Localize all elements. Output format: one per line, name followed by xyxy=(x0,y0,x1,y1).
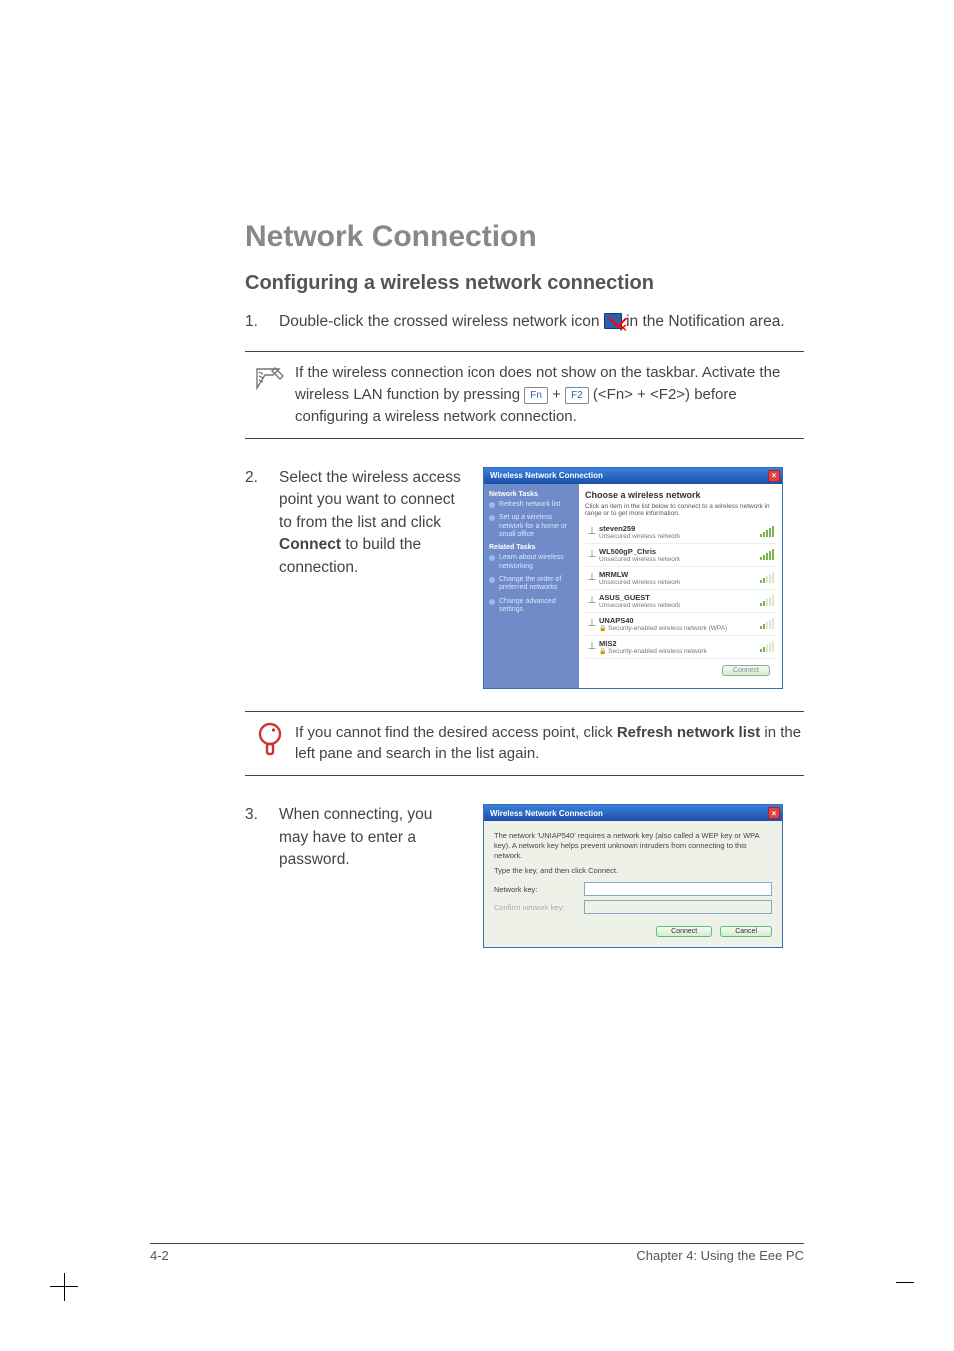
window-choose-network: Wireless Network Connection × Network Ta… xyxy=(483,467,783,689)
network-item[interactable]: ⊥ASUS_GUESTUnsecured wireless network xyxy=(585,590,776,613)
page-title: Network Connection xyxy=(245,220,804,254)
signal-strength-icon xyxy=(760,618,776,629)
network-security: Security-enabled wireless network (WPA) xyxy=(599,625,760,632)
sidebar-section: Network Tasks xyxy=(489,491,574,498)
window-sidebar: Network Tasks Refresh network list Set u… xyxy=(484,484,579,688)
confirm-key-input[interactable] xyxy=(584,900,772,914)
note-text: + xyxy=(552,386,565,403)
step-bold: Connect xyxy=(279,536,341,553)
signal-strength-icon xyxy=(760,549,776,560)
antenna-icon: ⊥ xyxy=(585,641,599,652)
network-item[interactable]: ⊥UNAPS40Security-enabled wireless networ… xyxy=(585,613,776,636)
step-text: When connecting, you may have to enter a… xyxy=(279,804,465,871)
network-item[interactable]: ⊥MRMLWUnsecured wireless network xyxy=(585,567,776,590)
confirm-key-label: Confirm network key: xyxy=(494,903,584,912)
page-footer: 4-2 Chapter 4: Using the Eee PC xyxy=(0,1243,954,1263)
network-item[interactable]: ⊥MIS2Security-enabled wireless network xyxy=(585,636,776,659)
connect-button[interactable]: Connect xyxy=(656,926,712,937)
dialog-description: The network 'UNIAP540' requires a networ… xyxy=(494,831,772,860)
step-3: 3. When connecting, you may have to ente… xyxy=(245,804,465,871)
step-number: 2. xyxy=(245,467,279,579)
antenna-icon: ⊥ xyxy=(585,526,599,537)
panel-heading: Choose a wireless network xyxy=(585,490,776,500)
step-text: Select the wireless access point you wan… xyxy=(279,469,461,531)
network-security: Security-enabled wireless network xyxy=(599,648,760,655)
antenna-icon: ⊥ xyxy=(585,572,599,583)
network-name: UNAPS40 xyxy=(599,616,760,625)
antenna-icon: ⊥ xyxy=(585,549,599,560)
sidebar-item-learn[interactable]: Learn about wireless networking xyxy=(489,554,574,571)
signal-strength-icon xyxy=(760,526,776,537)
tip-icon xyxy=(245,722,295,760)
step-1: 1. Double-click the crossed wireless net… xyxy=(245,311,804,333)
f2-key-icon: F2 xyxy=(565,387,589,404)
network-security: Unsecured wireless network xyxy=(599,579,760,586)
network-name: steven259 xyxy=(599,524,760,533)
step-text: in the Notification area. xyxy=(626,313,785,330)
chapter-label: Chapter 4: Using the Eee PC xyxy=(636,1248,804,1263)
network-security: Unsecured wireless network xyxy=(599,556,760,563)
page-number: 4-2 xyxy=(150,1248,169,1263)
step-number: 3. xyxy=(245,804,279,871)
note-box: If the wireless connection icon does not… xyxy=(245,351,804,438)
window-title: Wireless Network Connection xyxy=(490,809,603,818)
network-security: Unsecured wireless network xyxy=(599,602,760,609)
network-key-label: Network key: xyxy=(494,885,584,894)
tip-text: If you cannot find the desired access po… xyxy=(295,724,617,741)
network-name: WL500gP_Chris xyxy=(599,547,760,556)
antenna-icon: ⊥ xyxy=(585,595,599,606)
section-title: Configuring a wireless network connectio… xyxy=(245,272,804,295)
sidebar-item-order[interactable]: Change the order of preferred networks xyxy=(489,576,574,593)
sidebar-item-setup[interactable]: Set up a wireless network for a home or … xyxy=(489,514,574,539)
note-icon xyxy=(245,362,295,396)
crop-mark-icon xyxy=(50,1261,90,1301)
crop-mark-icon xyxy=(884,1261,924,1301)
signal-strength-icon xyxy=(760,572,776,583)
dialog-instruction: Type the key, and then click Connect. xyxy=(494,866,772,876)
step-text: Double-click the crossed wireless networ… xyxy=(279,313,604,330)
close-icon[interactable]: × xyxy=(768,807,780,819)
network-key-input[interactable] xyxy=(584,882,772,896)
panel-subtext: Click an item in the list below to conne… xyxy=(585,503,776,517)
cancel-button[interactable]: Cancel xyxy=(720,926,772,937)
network-name: ASUS_GUEST xyxy=(599,593,760,602)
step-number: 1. xyxy=(245,311,279,333)
tip-box: If you cannot find the desired access po… xyxy=(245,711,804,777)
sidebar-section: Related Tasks xyxy=(489,544,574,551)
tip-bold: Refresh network list xyxy=(617,724,760,741)
antenna-icon: ⊥ xyxy=(585,618,599,629)
signal-strength-icon xyxy=(760,595,776,606)
network-name: MRMLW xyxy=(599,570,760,579)
window-title: Wireless Network Connection xyxy=(490,471,603,480)
network-security: Unsecured wireless network xyxy=(599,533,760,540)
sidebar-item-refresh[interactable]: Refresh network list xyxy=(489,501,574,509)
step-2: 2. Select the wireless access point you … xyxy=(245,467,465,579)
connect-button[interactable]: Connect xyxy=(722,665,770,676)
signal-strength-icon xyxy=(760,641,776,652)
crossed-wireless-icon: × xyxy=(604,313,622,329)
network-item[interactable]: ⊥WL500gP_ChrisUnsecured wireless network xyxy=(585,544,776,567)
network-item[interactable]: ⊥steven259Unsecured wireless network xyxy=(585,521,776,544)
window-network-key: Wireless Network Connection × The networ… xyxy=(483,804,783,948)
close-icon[interactable]: × xyxy=(768,470,780,482)
network-name: MIS2 xyxy=(599,639,760,648)
sidebar-item-advanced[interactable]: Change advanced settings xyxy=(489,598,574,615)
fn-key-icon: Fn xyxy=(524,387,548,404)
